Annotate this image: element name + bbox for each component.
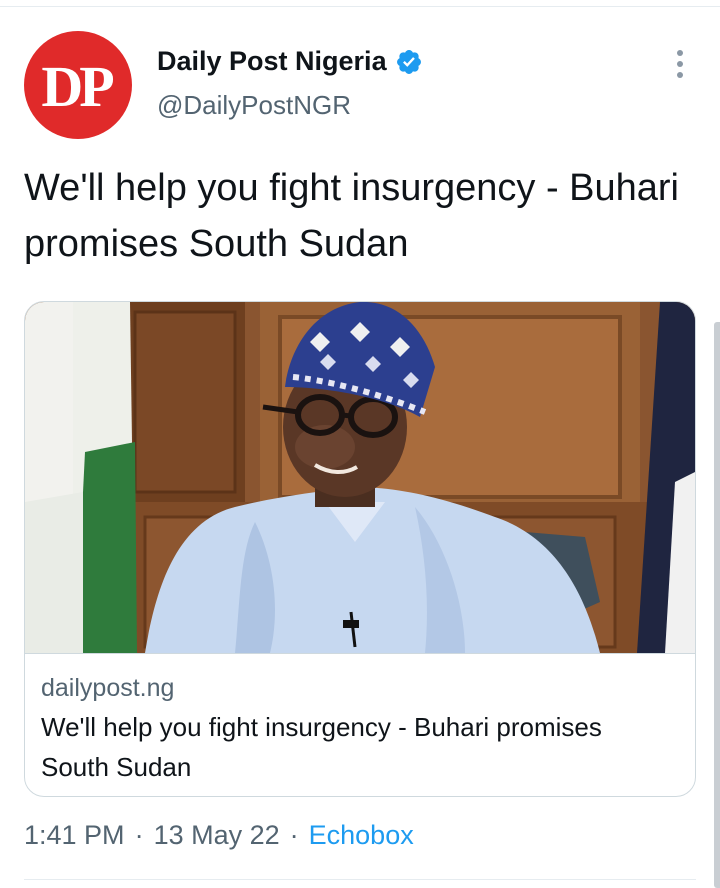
top-divider [0, 6, 720, 7]
tweet-source[interactable]: Echobox [309, 820, 414, 851]
more-dot [677, 61, 683, 67]
verified-badge-icon [395, 48, 423, 76]
meta-separator: · [289, 820, 299, 850]
meta-separator: · [134, 820, 144, 850]
tweet-page: DP Daily Post Nigeria @DailyPostNGR We'l… [0, 0, 720, 888]
more-options-icon[interactable] [664, 44, 696, 84]
tweet-date[interactable]: 13 May 22 [154, 820, 280, 851]
author-name-row[interactable]: Daily Post Nigeria [157, 46, 423, 77]
link-card-title: We'll help you fight insurgency - Buhari… [41, 712, 602, 782]
avatar[interactable]: DP [24, 31, 132, 139]
tweet-time[interactable]: 1:41 PM [24, 820, 125, 851]
author-handle[interactable]: @DailyPostNGR [157, 90, 351, 121]
more-dot [677, 72, 683, 78]
more-dot [677, 50, 683, 56]
tweet-meta: 1:41 PM · 13 May 22 · Echobox [24, 820, 414, 851]
link-card-divider [25, 653, 695, 654]
tweet-text: We'll help you fight insurgency - Buhari… [24, 167, 679, 265]
link-card-domain: dailypost.ng [41, 674, 175, 702]
display-name[interactable]: Daily Post Nigeria [157, 46, 387, 77]
bottom-divider [24, 879, 696, 880]
scrollbar[interactable] [714, 322, 720, 888]
avatar-logo-text: DP [41, 54, 114, 119]
link-card-image[interactable] [25, 302, 695, 653]
link-card[interactable]: dailypost.ng We'll help you fight insurg… [24, 301, 696, 797]
